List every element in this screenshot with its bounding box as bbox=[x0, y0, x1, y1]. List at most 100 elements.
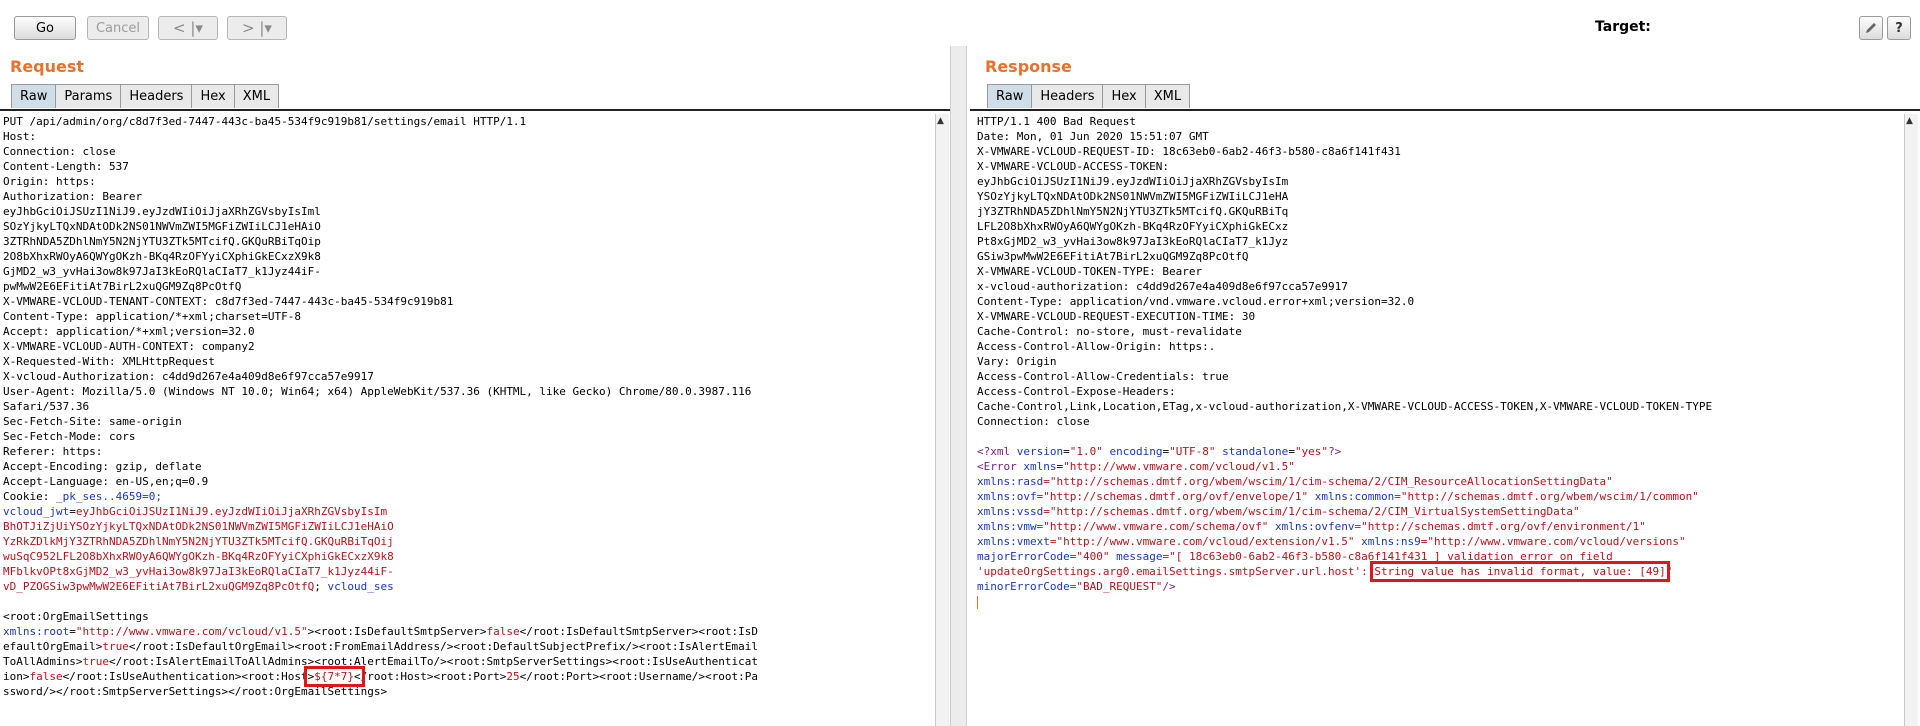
ssti-payload-highlight: >${7*7}< bbox=[303, 666, 365, 687]
xml-tag: </root:Port><root:Username/><root:Pa bbox=[519, 670, 759, 683]
header-line: GjMD2_w3_yvHai3ow8k97JaI3kEoRQlaCIaT7_k1… bbox=[3, 265, 321, 278]
target-label: Target: bbox=[1595, 19, 1651, 35]
header-line: Access-Control-Expose-Headers: bbox=[977, 385, 1176, 398]
xml-tag: ion> bbox=[3, 670, 30, 683]
xml-line: xmlns:vmw="http://www.vmware.com/schema/… bbox=[977, 519, 1902, 534]
xml-attr: majorErrorCode bbox=[977, 550, 1070, 563]
request-tab-rule bbox=[0, 109, 950, 111]
request-tab-xml[interactable]: XML bbox=[233, 84, 280, 108]
help-button[interactable]: ? bbox=[1887, 16, 1911, 40]
go-button[interactable]: Go bbox=[14, 16, 76, 40]
response-tab-rule bbox=[970, 109, 1920, 111]
body-line: efaultOrgEmail>true</root:IsDefaultOrgEm… bbox=[3, 639, 933, 654]
xml-attr: xmlns:vmext bbox=[977, 535, 1050, 548]
xml-value: ="http://schemas.dmtf.org/wbem/wscim/1/c… bbox=[1394, 490, 1699, 503]
xml-value: true bbox=[82, 655, 109, 668]
response-tab-hex[interactable]: Hex bbox=[1102, 84, 1146, 108]
header-line: Referer: https: bbox=[3, 445, 103, 458]
xml-tag: </root:IsAlertEmailToAllAdmins><root:Ale… bbox=[108, 655, 758, 668]
panel-divider[interactable] bbox=[950, 46, 967, 726]
request-tab-hex[interactable]: Hex bbox=[191, 84, 235, 108]
scroll-up-icon[interactable]: ▲ bbox=[1906, 116, 1913, 126]
xml-value: ="http://schemas.dmtf.org/ovf/environmen… bbox=[1354, 520, 1646, 533]
response-editor[interactable]: HTTP/1.1 400 Bad Request Date: Mon, 01 Ju… bbox=[977, 114, 1902, 726]
request-header-lines: PUT /api/admin/org/c8d7f3ed-7447-443c-ba… bbox=[3, 114, 933, 489]
xml-tag: ?> bbox=[1328, 445, 1342, 458]
header-line: GSiw3pwMwW2E6EFitiAt7BirL2xuQGM9Zq8PcOtf… bbox=[977, 250, 1249, 263]
header-line: X-VMWARE-VCLOUD-TENANT-CONTEXT: c8d7f3ed… bbox=[3, 295, 454, 308]
header-line: X-VMWARE-VCLOUD-REQUEST-ID: 18c63eb0-6ab… bbox=[977, 145, 1401, 158]
request-editor[interactable]: PUT /api/admin/org/c8d7f3ed-7447-443c-ba… bbox=[3, 114, 933, 726]
xml-value: true bbox=[102, 640, 129, 653]
xml-line: xmlns:vssd="http://schemas.dmtf.org/wbem… bbox=[977, 504, 1902, 519]
request-tab-headers[interactable]: Headers bbox=[120, 84, 193, 108]
response-header-lines: HTTP/1.1 400 Bad Request Date: Mon, 01 Ju… bbox=[977, 114, 1902, 429]
header-line: jY3ZTRhNDA5ZDhlNmY5N2NjYTU3ZTk5MTcifQ.GK… bbox=[977, 205, 1289, 218]
xml-value: " bbox=[1665, 565, 1673, 578]
xml-value: "http://www.vmware.com/vcloud/v1.5" bbox=[75, 625, 308, 638]
xml-attr: xmlns:vssd bbox=[977, 505, 1044, 518]
xml-eq: = bbox=[1288, 445, 1295, 458]
xml-value: "1.0" bbox=[1069, 445, 1103, 458]
xml-attr: message bbox=[1116, 550, 1163, 563]
cookie-label: Cookie: bbox=[3, 490, 56, 503]
header-line: Accept-Encoding: gzip, deflate bbox=[3, 460, 202, 473]
xml-tag: ToAllAdmins> bbox=[3, 655, 83, 668]
header-line: X-VMWARE-VCLOUD-REQUEST-EXECUTION-TIME: … bbox=[977, 310, 1256, 323]
request-tab-params[interactable]: Params bbox=[55, 84, 122, 108]
xml-line: 'updateOrgSettings.arg0.emailSettings.sm… bbox=[977, 561, 1902, 582]
response-tab-headers[interactable]: Headers bbox=[1031, 84, 1104, 108]
edit-target-button[interactable] bbox=[1859, 16, 1883, 40]
xml-value: ="http://schemas.dmtf.org/wbem/wscim/1/c… bbox=[1043, 475, 1613, 488]
jwt-eq: = bbox=[69, 505, 76, 518]
xml-attr: xmlns:ns9 bbox=[1361, 535, 1421, 548]
xml-value: "yes" bbox=[1294, 445, 1329, 458]
back-button[interactable]: < |▾ bbox=[158, 16, 218, 40]
response-scrollbar[interactable]: ▲ bbox=[1904, 114, 1918, 726]
header-line: User-Agent: Mozilla/5.0 (Windows NT 10.0… bbox=[3, 385, 752, 398]
scroll-up-icon[interactable]: ▲ bbox=[937, 116, 944, 126]
body-line: ion>false</root:IsUseAuthentication><roo… bbox=[3, 666, 933, 687]
header-line: Authorization: Bearer bbox=[3, 190, 143, 203]
xml-value: false bbox=[29, 670, 63, 683]
xml-line: xmlns:rasd="http://schemas.dmtf.org/wbem… bbox=[977, 474, 1902, 489]
xml-tag: </root:IsDefaultSmtpServer><root:IsD bbox=[519, 625, 759, 638]
header-line: X-VMWARE-VCLOUD-AUTH-CONTEXT: company2 bbox=[3, 340, 255, 353]
ssti-payload: ${7*7} bbox=[314, 670, 355, 683]
target-field[interactable] bbox=[1654, 16, 1854, 40]
xml-value: false bbox=[486, 625, 520, 638]
xml-value: ="BAD_REQUEST" bbox=[1069, 580, 1163, 593]
xml-attr: xmlns:root bbox=[3, 625, 70, 638]
request-scrollbar[interactable]: ▲ bbox=[935, 114, 949, 726]
header-line: 3ZTRhNDA5ZDhlNmY5N2NjYTU3ZTk5MTcifQ.GKQu… bbox=[3, 235, 321, 248]
xml-value: ="http://schemas.dmtf.org/wbem/wscim/1/c… bbox=[1043, 505, 1580, 518]
header-line: Content-Type: application/vnd.vmware.vcl… bbox=[977, 295, 1415, 308]
response-tab-raw[interactable]: Raw bbox=[987, 84, 1033, 108]
body-line: <root:OrgEmailSettings bbox=[3, 610, 149, 623]
xml-line: xmlns:vmext="http://www.vmware.com/vclou… bbox=[977, 534, 1902, 549]
forward-button[interactable]: > |▾ bbox=[227, 16, 287, 40]
xml-tag: /root:Host><root:Port> bbox=[360, 670, 507, 683]
jwt-value: eyJhbGciOiJSUzI1NiJ9.eyJzdWIiOiJjaXRhZGV… bbox=[75, 505, 388, 518]
xml-tag: </root:IsUseAuthentication><root:Host bbox=[62, 670, 308, 683]
jwt-value: vD_PZOGSiw3pwMwW2E6EFitiAt7BirL2xuQGM9Zq… bbox=[3, 580, 315, 593]
xml-line: xmlns:ovf="http://schemas.dmtf.org/ovf/e… bbox=[977, 489, 1902, 504]
header-line: Connection: close bbox=[977, 415, 1090, 428]
header-line: SOzYjkyLTQxNDAtODk2NS01NWVmZWI5MGFiZWIiL… bbox=[3, 220, 321, 233]
request-tab-raw[interactable]: Raw bbox=[11, 84, 57, 108]
xml-attr: xmlns bbox=[1023, 460, 1057, 473]
xml-attr: xmlns:ovfenv bbox=[1275, 520, 1355, 533]
header-line: Accept: application/*+xml;version=32.0 bbox=[3, 325, 255, 338]
response-tab-xml[interactable]: XML bbox=[1144, 84, 1191, 108]
xml-eq: = bbox=[1063, 445, 1070, 458]
header-line: Safari/537.36 bbox=[3, 400, 90, 413]
cookie-pk: _pk_ses..4659=0; bbox=[55, 490, 162, 503]
header-line: x-vcloud-authorization: c4dd9d267e4a409d… bbox=[977, 280, 1348, 293]
header-line: Content-Length: 537 bbox=[3, 160, 129, 173]
header-line: Vary: Origin bbox=[977, 355, 1057, 368]
cancel-button[interactable]: Cancel bbox=[87, 16, 149, 40]
header-line: X-VMWARE-VCLOUD-ACCESS-TOKEN: bbox=[977, 160, 1170, 173]
header-line: Cache-Control: no-store, must-revalidate bbox=[977, 325, 1242, 338]
